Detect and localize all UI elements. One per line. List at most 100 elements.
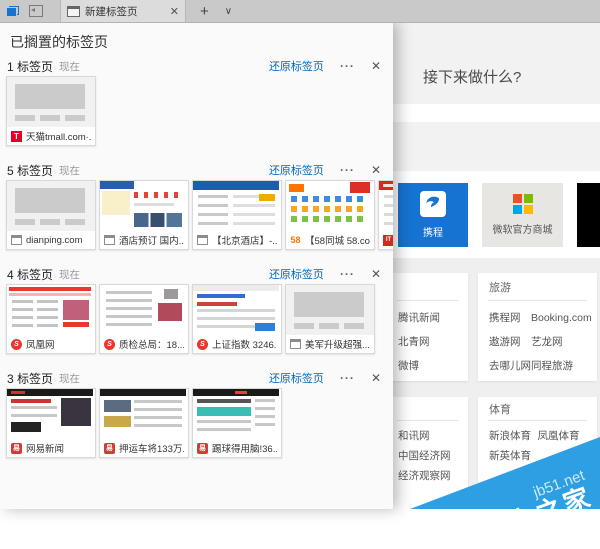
tab-thumbnail-preview	[193, 285, 281, 335]
tile-ctrip[interactable]: 携程	[398, 183, 468, 247]
tab-group-count: 1 标签页	[7, 59, 54, 74]
tab-thumbnail-title: 凤凰网	[26, 340, 55, 351]
tab-group-count: 3 标签页	[7, 371, 54, 386]
site-link[interactable]: 遨游网	[489, 331, 531, 355]
tabs-set-aside-button[interactable]	[0, 0, 24, 22]
tab-thumbnail-card[interactable]: 易网易新闻	[6, 388, 96, 458]
tab-thumbnail-caption: S 质检总局：18...	[100, 335, 188, 353]
card-header	[393, 397, 468, 420]
top-sites-row: 携程 微软官方商城	[393, 171, 600, 247]
group-close-icon[interactable]: ✕	[371, 371, 381, 385]
tab-thumbnail-preview	[286, 181, 374, 231]
tab-thumbnail-card[interactable]: T 天猫tmall.com·...	[6, 76, 96, 146]
tab-preview-chevron-icon[interactable]: ∨	[225, 6, 232, 17]
site-links-card: 旅游 携程网 遨游网 去哪儿网 Booking.com 艺龙网 同程旅游	[478, 273, 597, 381]
tab-thumbnail-caption: dianping.com	[7, 231, 95, 249]
tab-thumbnail-card[interactable]: 易押运车将133万...	[99, 388, 189, 458]
tab-group-thumbnails: T 天猫tmall.com·...	[6, 76, 393, 146]
site-link[interactable]: 中国经济网	[398, 447, 451, 467]
restore-tabs-link[interactable]: 还原标签页	[269, 370, 324, 386]
browser-tab[interactable]: 新建标签页 ✕	[60, 0, 186, 22]
tab-thumbnail-preview	[7, 77, 95, 127]
new-tab-page: 接下来做什么? 携程 微软官方商城 腾讯新闻 北青网 微博 旅游 携程网 遨游网 去哪儿网 Bo…	[393, 22, 600, 509]
netease-favicon: 易	[197, 442, 208, 454]
tab-thumbnail-card[interactable]: 酒店预订 国内...	[99, 180, 189, 250]
tab-thumbnail-preview	[7, 389, 95, 439]
site-link[interactable]: 和讯网	[398, 427, 451, 447]
tab-thumbnail-title: 上证指数 3246...	[212, 340, 277, 351]
card-column	[440, 307, 457, 379]
tab-thumbnail-preview	[100, 181, 188, 231]
tab-thumbnail-preview	[193, 389, 281, 439]
tab-thumbnail-card[interactable]: S 凤凰网	[6, 284, 96, 354]
tile-partial[interactable]	[577, 183, 600, 247]
restore-tabs-link[interactable]: 还原标签页	[269, 58, 324, 74]
tab-group-header: 1 标签页 现在 还原标签页 ··· ✕	[0, 56, 393, 76]
tab-thumbnail-card[interactable]: S 上证指数 3246...	[192, 284, 282, 354]
card-column: 腾讯新闻 北青网 微博	[398, 307, 440, 379]
card-column: Booking.com 艺龙网 同程旅游	[531, 307, 592, 379]
tab-group-count: 4 标签页	[7, 267, 54, 282]
tab-thumbnail-card[interactable]: ITIT之...	[378, 180, 393, 250]
tab-thumbnail-card[interactable]: dianping.com	[6, 180, 96, 250]
tab-group: 5 标签页 现在 还原标签页 ··· ✕ dianping.com 酒店预订 国内... 【北…	[0, 160, 393, 250]
group-more-icon[interactable]: ···	[340, 371, 355, 385]
site-link[interactable]: 凤凰体育	[538, 427, 587, 447]
tab-thumbnail-caption: ITIT之...	[379, 231, 393, 249]
tab-group-time: 现在	[59, 164, 81, 177]
netease-favicon: 易	[104, 442, 115, 454]
new-tab-heading: 接下来做什么?	[423, 69, 522, 86]
site-link[interactable]: 去哪儿网	[489, 355, 531, 379]
card-column: 和讯网 中国经济网 经济观察网	[398, 427, 451, 487]
tile-microsoft-store[interactable]: 微软官方商城	[482, 183, 563, 247]
site-link[interactable]: 腾讯新闻	[398, 307, 440, 331]
tab-group-thumbnails: S 凤凰网 S 质检总局：18... S 上证指数 3246... 美军升级超强...	[6, 284, 393, 354]
site-link[interactable]: 北青网	[398, 331, 440, 355]
group-close-icon[interactable]: ✕	[371, 267, 381, 281]
site-links-card: 体育 新浪体育 新英体育 凤凰体育	[478, 397, 597, 509]
tab-thumbnail-title: 【北京酒店】-...	[212, 236, 277, 247]
tab-group-time: 现在	[59, 372, 81, 385]
tab-group-time: 现在	[59, 60, 81, 73]
group-close-icon[interactable]: ✕	[371, 163, 381, 177]
tab-thumbnail-card[interactable]: 【北京酒店】-...	[192, 180, 282, 250]
site-link[interactable]: 经济观察网	[398, 467, 451, 487]
tab-thumbnail-caption: S 上证指数 3246...	[193, 335, 281, 353]
card-columns: 腾讯新闻 北青网 微博	[393, 301, 468, 379]
new-tab-button[interactable]: +	[200, 3, 209, 20]
tab-group-thumbnails: 易网易新闻易押运车将133万... 易踢球得用脑!36...	[6, 388, 393, 458]
site-link[interactable]: 同程旅游	[531, 355, 592, 379]
cards-row-bottom: 和讯网 中国经济网 经济观察网 体育 新浪体育 新英体育 凤凰体育	[393, 397, 600, 509]
site-link[interactable]: 新英体育	[489, 447, 538, 467]
tab-group-header: 4 标签页 现在 还原标签页 ··· ✕	[0, 264, 393, 284]
tab-groups-list: 1 标签页 现在 还原标签页 ··· ✕ T 天猫tmall.com·... 5 标签页 现在还…	[0, 56, 393, 458]
set-tabs-aside-button[interactable]	[24, 0, 48, 22]
group-more-icon[interactable]: ···	[340, 59, 355, 73]
card-column: 携程网 遨游网 去哪儿网	[489, 307, 531, 379]
group-close-icon[interactable]: ✕	[371, 59, 381, 73]
microsoft-logo-icon	[512, 194, 533, 214]
site-link[interactable]: 携程网	[489, 307, 531, 331]
tab-thumbnail-title: dianping.com	[26, 234, 83, 246]
new-tab-page-icon	[67, 5, 80, 17]
tab-thumbnail-card[interactable]: S 质检总局：18...	[99, 284, 189, 354]
card-header	[393, 273, 468, 300]
generic-page-favicon	[104, 235, 115, 245]
site-link[interactable]: 艺龙网	[531, 331, 592, 355]
58tongcheng-favicon: 58	[290, 235, 301, 245]
tab-thumbnail-card[interactable]: 58 【58同城 58.co...	[285, 180, 375, 250]
group-more-icon[interactable]: ···	[340, 163, 355, 177]
site-link[interactable]: Booking.com	[531, 307, 592, 331]
close-tab-icon[interactable]: ✕	[170, 5, 179, 18]
restore-tabs-link[interactable]: 还原标签页	[269, 266, 324, 282]
site-link[interactable]: 微博	[398, 355, 440, 379]
tab-thumbnail-card[interactable]: 美军升级超强...	[285, 284, 375, 354]
tab-thumbnail-caption: T 天猫tmall.com·...	[7, 127, 95, 145]
tab-thumbnail-caption: 【北京酒店】-...	[193, 231, 281, 249]
group-more-icon[interactable]: ···	[340, 267, 355, 281]
tab-thumbnail-card[interactable]: 易踢球得用脑!36...	[192, 388, 282, 458]
site-link[interactable]: 新浪体育	[489, 427, 538, 447]
tab-thumbnail-caption: 58 【58同城 58.co...	[286, 231, 374, 249]
card-column	[451, 427, 458, 487]
restore-tabs-link[interactable]: 还原标签页	[269, 162, 324, 178]
